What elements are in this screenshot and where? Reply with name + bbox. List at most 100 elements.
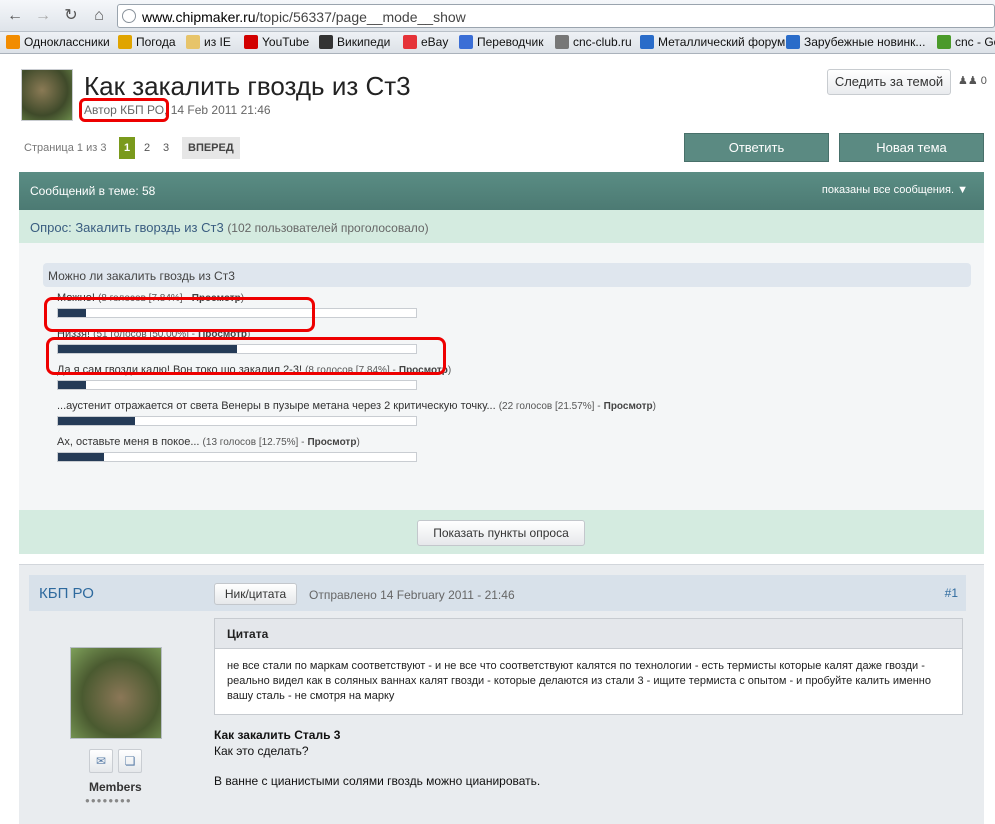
weather-icon <box>118 35 132 49</box>
bookmark-ebay[interactable]: eBay <box>403 35 448 49</box>
next-page-button[interactable]: ВПЕРЕД <box>182 137 240 159</box>
author-highlight <box>79 98 169 122</box>
view-voters-link[interactable]: Просмотр <box>604 401 653 412</box>
bookmark-weather[interactable]: Погода <box>118 35 176 49</box>
bookmark-label: cnc-club.ru <box>573 35 632 49</box>
post-date: Отправлено 14 February 2011 - 21:46 <box>309 588 515 602</box>
poll-body: Можно ли закалить гвоздь из Ст3 Можно! (… <box>19 243 984 510</box>
bookmark-cnc-go[interactable]: cnc - Go <box>937 35 995 49</box>
users-icon: ♟♟ <box>958 75 978 87</box>
news-icon <box>786 35 800 49</box>
bookmark-label: Википеди <box>337 35 391 49</box>
message-count: Сообщений в теме: 58 <box>30 184 156 198</box>
topic-date: 14 Feb 2011 21:46 <box>170 103 271 117</box>
topic-author-avatar[interactable] <box>21 69 73 121</box>
poll-option-label: ...аустенит отражается от света Венеры в… <box>57 400 656 412</box>
wikipedia-icon <box>319 35 333 49</box>
post-line: Как это сделать? <box>214 744 309 758</box>
bookmark-metal-forum[interactable]: Металлический форум <box>640 35 785 49</box>
bookmark-label: YouTube <box>262 35 310 49</box>
poll-option-fill <box>58 381 87 389</box>
new-topic-button[interactable]: Новая тема <box>839 133 984 162</box>
message-filter[interactable]: показаны все сообщения. ▼ <box>822 184 968 196</box>
address-bar[interactable]: www.chipmaker.ru/topic/56337/page__mode_… <box>117 4 995 28</box>
metal-forum-icon <box>640 35 654 49</box>
bookmark-folder[interactable]: из IE <box>186 35 231 49</box>
forum-page: Как закалить гвоздь из Ст3 Автор КБП РО,… <box>0 55 995 824</box>
mail-icon[interactable]: ✉ <box>89 749 113 773</box>
odnoklassniki-icon <box>6 35 20 49</box>
poll-option-bar <box>57 452 417 462</box>
poll-option: ...аустенит отражается от света Венеры в… <box>57 400 656 426</box>
poll-option-bar <box>57 380 417 390</box>
followers-count: ♟♟ 0 <box>958 75 987 87</box>
poll-option: Ах, оставьте меня в покое... (13 голосов… <box>57 436 417 462</box>
poll-option-fill <box>58 453 104 461</box>
poll-title-bar: Опрос: Закалить гворздь из Ст3 (102 поль… <box>19 210 984 243</box>
page-indicator: Страница 1 из 3 <box>24 142 107 154</box>
option-votes: (13 голосов [12.75%] - <box>202 437 305 448</box>
poll-question: Можно ли закалить гвоздь из Ст3 <box>48 269 235 283</box>
cnc-club-icon <box>555 35 569 49</box>
bookmarks-bar: Одноклассники Погода из IE YouTube Википеди e… <box>0 32 995 54</box>
option-highlight <box>44 297 315 332</box>
option-highlight <box>46 337 446 375</box>
poll-option-bar <box>57 416 417 426</box>
bookmark-wikipedia[interactable]: Википеди <box>319 35 390 49</box>
bookmark-label: Одноклассники <box>24 35 110 49</box>
bookmark-label: eBay <box>421 35 449 49</box>
post-author[interactable]: КБП РО <box>39 585 94 602</box>
translate-icon <box>459 35 473 49</box>
dropdown-arrow-icon: ▼ <box>957 184 968 196</box>
bookmark-label: Переводчик <box>477 35 544 49</box>
quote-title: Цитата <box>227 627 269 641</box>
bookmark-label: Зарубежные новинк... <box>804 35 926 49</box>
youtube-icon <box>244 35 258 49</box>
bookmark-youtube[interactable]: YouTube <box>244 35 309 49</box>
reload-icon[interactable]: ↻ <box>60 6 82 26</box>
bookmark-label: cnc - Go <box>955 35 995 49</box>
reply-button[interactable]: Ответить <box>684 133 829 162</box>
page-2-link[interactable]: 2 <box>140 137 154 159</box>
back-arrow-icon[interactable]: ← <box>4 6 26 26</box>
poll-voters: (102 пользователей проголосовало) <box>227 221 429 235</box>
post-permalink[interactable]: #1 <box>945 586 958 600</box>
show-poll-options-button[interactable]: Показать пункты опроса <box>417 520 585 546</box>
rank-pips: ●●●●●●●● <box>85 796 132 805</box>
globe-icon <box>122 9 136 23</box>
post-heading: Как закалить Сталь 3 <box>214 728 341 742</box>
bookmark-label: Погода <box>136 35 176 49</box>
bookmark-label: Металлический форум <box>658 35 786 49</box>
poll-header: Сообщений в теме: 58 показаны все сообще… <box>19 172 984 210</box>
nick-quote-button[interactable]: Ник/цитата <box>214 583 297 605</box>
post-line: В ванне с цианистыми солями гвоздь можно… <box>214 774 541 788</box>
folder-icon <box>186 35 200 49</box>
forward-arrow-icon[interactable]: → <box>32 6 54 26</box>
poll-title: Опрос: Закалить гворздь из Ст3 <box>30 220 224 235</box>
home-icon[interactable]: ⌂ <box>88 6 110 26</box>
avatar[interactable] <box>70 647 162 739</box>
bookmark-news[interactable]: Зарубежные новинк... <box>786 35 925 49</box>
page-3-link[interactable]: 3 <box>159 137 173 159</box>
poll-question-bar: Можно ли закалить гвоздь из Ст3 <box>43 263 971 287</box>
bookmark-odnoklassniki[interactable]: Одноклассники <box>6 35 110 49</box>
ebay-icon <box>403 35 417 49</box>
follow-topic-button[interactable]: Следить за темой <box>827 69 951 95</box>
cnc-go-icon <box>937 35 951 49</box>
page-1-link[interactable]: 1 <box>119 137 135 159</box>
bookmark-label: из IE <box>204 35 231 49</box>
post: КБП РО Ник/цитата Отправлено 14 February… <box>19 564 984 824</box>
quote-text: не все стали по маркам соответствуют - и… <box>227 660 931 702</box>
view-voters-link[interactable]: Просмотр <box>307 437 356 448</box>
bookmark-translate[interactable]: Переводчик <box>459 35 544 49</box>
copy-icon[interactable]: ❏ <box>118 749 142 773</box>
browser-toolbar: ← → ↻ ⌂ www.chipmaker.ru/topic/56337/pag… <box>0 0 995 32</box>
quote-block: Цитата не все стали по маркам соответств… <box>214 618 963 715</box>
poll-option-label: Ах, оставьте меня в покое... (13 голосов… <box>57 436 360 448</box>
option-votes: (22 голосов [21.57%] - <box>498 401 601 412</box>
bookmark-cnc-club[interactable]: cnc-club.ru <box>555 35 632 49</box>
option-text: ...аустенит отражается от света Венеры в… <box>57 400 496 412</box>
url-text: www.chipmaker.ru/topic/56337/page__mode_… <box>142 9 466 25</box>
poll-footer: Показать пункты опроса <box>19 510 984 554</box>
post-header: КБП РО Ник/цитата Отправлено 14 February… <box>29 575 966 611</box>
